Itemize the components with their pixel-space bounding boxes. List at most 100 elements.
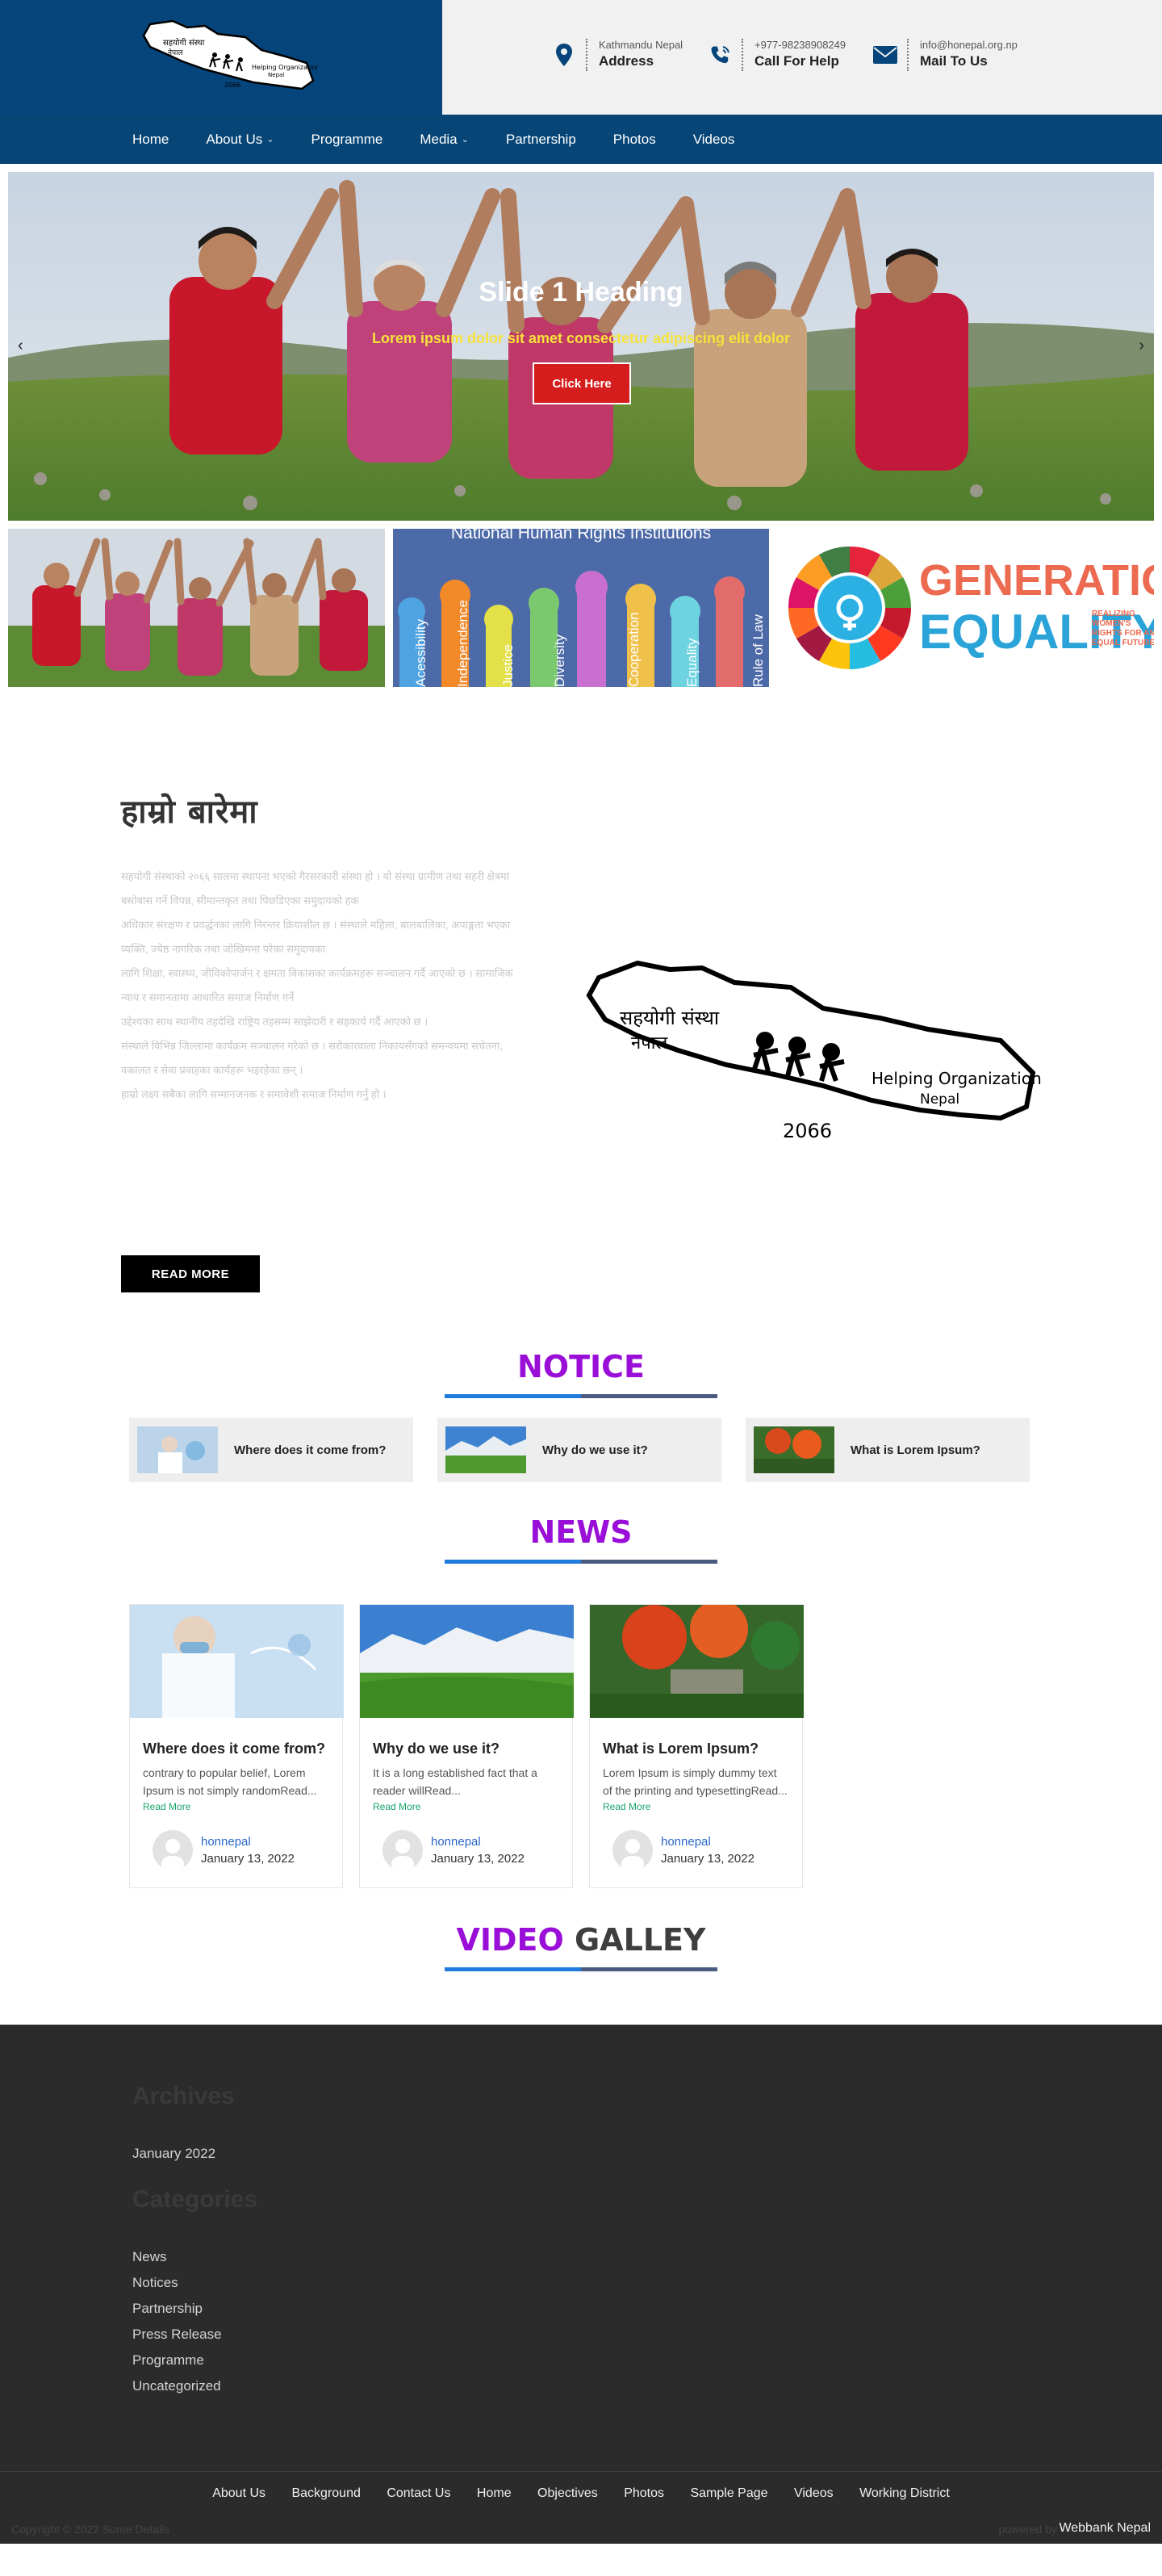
contact-label: Mail To Us xyxy=(920,53,988,69)
footer-link[interactable]: Working District xyxy=(859,2486,950,2500)
svg-text:GENERATION: GENERATION xyxy=(919,556,1154,605)
footer-link[interactable]: Background xyxy=(291,2486,360,2500)
category-link[interactable]: Notices xyxy=(132,2275,178,2291)
svg-text:सहयोगी संस्था: सहयोगी संस्था xyxy=(163,38,205,48)
avatar xyxy=(612,1830,653,1870)
chevron-down-icon: ⌄ xyxy=(266,135,274,145)
nav-home[interactable]: Home xyxy=(132,132,169,148)
svg-text:Helping Organization: Helping Organization xyxy=(872,1069,1042,1088)
footer-link[interactable]: Photos xyxy=(624,2486,664,2500)
svg-text:Equality: Equality xyxy=(684,638,700,687)
category-link[interactable]: Uncategorized xyxy=(132,2378,221,2394)
footer-link[interactable]: Contact Us xyxy=(387,2486,450,2500)
contact-email[interactable]: info@honepal.org.np Mail To Us xyxy=(872,39,1018,71)
nav-label: Videos xyxy=(692,131,735,147)
notice-item[interactable]: Why do we use it? xyxy=(437,1418,721,1482)
nav-partnership[interactable]: Partnership xyxy=(506,132,576,148)
title-underline xyxy=(445,1394,717,1398)
footer-link[interactable]: Videos xyxy=(794,2486,834,2500)
contact-address: Kathmandu Nepal Address xyxy=(550,39,683,71)
footer-link[interactable]: About Us xyxy=(212,2486,265,2500)
news-card-title[interactable]: Why do we use it? xyxy=(373,1740,572,1757)
nav-label: Media xyxy=(420,131,458,147)
nav-label: Programme xyxy=(311,131,383,147)
svg-text:नेपाल: नेपाल xyxy=(168,48,183,57)
video-title-part2: GALLEY xyxy=(575,1922,706,1958)
chevron-right-icon[interactable]: › xyxy=(1139,337,1144,355)
contact-phone[interactable]: +977-98238908249 Call For Help xyxy=(706,39,846,71)
thumb-human-rights[interactable]: National Human Rights Institutions Acess… xyxy=(392,529,770,687)
nav-programme[interactable]: Programme xyxy=(311,132,383,148)
site-logo[interactable]: सहयोगी संस्था नेपाल Helping Organization… xyxy=(140,18,318,97)
svg-text:REALIZING: REALIZING xyxy=(1092,609,1135,618)
nav-label: Photos xyxy=(612,131,656,147)
nav-about-us[interactable]: About Us ⌄ xyxy=(206,132,274,148)
contact-label: Call For Help xyxy=(754,53,839,69)
envelope-icon xyxy=(872,39,899,71)
nav-videos[interactable]: Videos xyxy=(693,132,735,148)
notice-item[interactable]: Where does it come from? xyxy=(129,1418,413,1482)
phone-icon xyxy=(706,39,734,71)
news-card-title[interactable]: Where does it come from? xyxy=(143,1740,342,1757)
archive-link[interactable]: January 2022 xyxy=(132,2146,215,2162)
news-card-author[interactable]: honnepal xyxy=(201,1835,295,1849)
thumb-women-field[interactable] xyxy=(8,529,385,687)
site-header: सहयोगी संस्था नेपाल Helping Organization… xyxy=(0,0,1162,115)
read-more-link[interactable]: Read More xyxy=(603,1801,802,1812)
svg-text:नेपाल: नेपाल xyxy=(631,1032,668,1053)
nav-photos[interactable]: Photos xyxy=(613,132,656,148)
read-more-link[interactable]: Read More xyxy=(373,1801,572,1812)
about-paragraph: हाम्रो लक्ष्य सबैका लागि सम्मानजनक र समा… xyxy=(121,1088,387,1100)
news-card-date: January 13, 2022 xyxy=(431,1852,525,1866)
svg-text:2066: 2066 xyxy=(224,82,240,89)
news-card[interactable]: What is Lorem Ipsum? Lorem Ipsum is simp… xyxy=(589,1604,804,1888)
news-list: Where does it come from? contrary to pop… xyxy=(129,1604,1162,1888)
news-card[interactable]: Why do we use it? It is a long establish… xyxy=(359,1604,574,1888)
footer-menu: About Us Background Contact Us Home Obje… xyxy=(0,2486,1162,2501)
avatar xyxy=(382,1830,423,1870)
footer-link[interactable]: Sample Page xyxy=(690,2486,767,2500)
organization-logo: सहयोगी संस्था नेपाल Helping Organization… xyxy=(586,960,1042,1142)
news-card-excerpt: Lorem Ipsum is simply dummy text of the … xyxy=(603,1766,788,1797)
category-link[interactable]: Programme xyxy=(132,2352,204,2369)
news-section: NEWS Where does it come from? contrary t… xyxy=(0,1514,1162,1888)
notice-item-title: Why do we use it? xyxy=(542,1443,648,1457)
category-link[interactable]: Partnership xyxy=(132,2301,203,2317)
notice-thumbnail xyxy=(137,1426,218,1473)
powered-by-link[interactable]: Webbank Nepal xyxy=(1059,2521,1151,2536)
about-paragraph: सहयोगी संस्थाको २०६६ सालमा स्थापना भएको … xyxy=(121,870,510,907)
news-card[interactable]: Where does it come from? contrary to pop… xyxy=(129,1604,344,1888)
news-card-meta: honnepal January 13, 2022 xyxy=(612,1830,802,1870)
hero-subtitle: Lorem ipsum dolor sit amet consectetur a… xyxy=(371,330,791,346)
powered-by-label: powered by xyxy=(998,2523,1057,2536)
brand-panel: सहयोगी संस्था नेपाल Helping Organization… xyxy=(0,0,442,115)
news-card-title[interactable]: What is Lorem Ipsum? xyxy=(603,1740,802,1757)
news-card-author[interactable]: honnepal xyxy=(431,1835,525,1849)
contact-small: info@honepal.org.np xyxy=(920,39,1018,51)
svg-text:Diversity: Diversity xyxy=(552,634,567,687)
svg-text:RIGHTS FOR AN: RIGHTS FOR AN xyxy=(1092,629,1154,638)
footer-link[interactable]: Home xyxy=(477,2486,512,2500)
hero-slider: Slide 1 Heading Lorem ipsum dolor sit am… xyxy=(8,172,1154,521)
read-more-button[interactable]: READ MORE xyxy=(121,1255,260,1292)
news-image xyxy=(130,1605,344,1718)
category-link[interactable]: News xyxy=(132,2249,167,2265)
map-pin-icon xyxy=(550,39,578,71)
thumb-generation-equality[interactable]: GENERATION EQUALITY REALIZING WOMEN'S RI… xyxy=(777,529,1155,687)
notice-title-text: NOTICE xyxy=(516,1349,645,1384)
nav-media[interactable]: Media ⌄ xyxy=(420,132,469,148)
svg-text:Nepal: Nepal xyxy=(268,72,284,78)
hero-cta-button[interactable]: Click Here xyxy=(533,362,631,404)
footer-link[interactable]: Objectives xyxy=(537,2486,598,2500)
read-more-link[interactable]: Read More xyxy=(143,1801,342,1812)
svg-text:Justice: Justice xyxy=(500,644,516,687)
notice-item[interactable]: What is Lorem Ipsum? xyxy=(746,1418,1030,1482)
chevron-left-icon[interactable]: ‹ xyxy=(18,337,23,355)
news-title-text: NEWS xyxy=(529,1514,633,1550)
news-card-author[interactable]: honnepal xyxy=(661,1835,754,1849)
notice-section: NOTICE Where does it come from? Why do w… xyxy=(0,1349,1162,1482)
video-title-part1: VIDEO xyxy=(456,1922,564,1958)
notice-item-title: Where does it come from? xyxy=(234,1443,387,1457)
categories-title: Categories xyxy=(132,2186,258,2213)
category-link[interactable]: Press Release xyxy=(132,2327,222,2343)
